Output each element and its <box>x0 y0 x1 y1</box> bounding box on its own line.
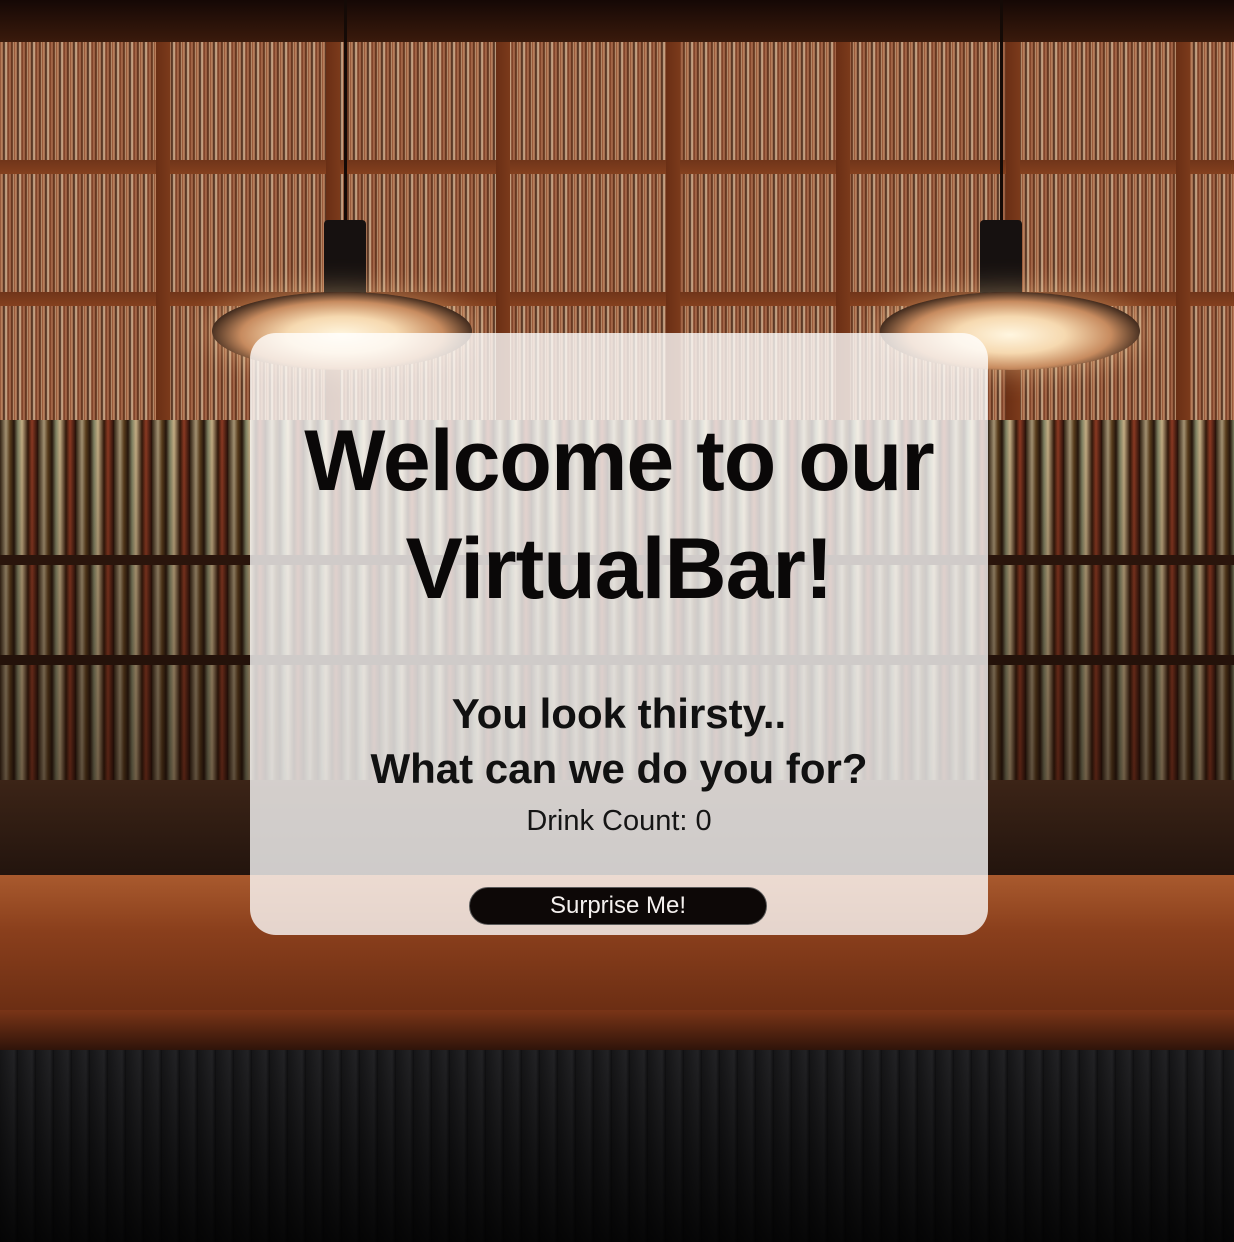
lamp-cord <box>344 0 347 230</box>
bar-counter-front <box>0 1050 1234 1242</box>
title-line-1: Welcome to our <box>304 413 935 509</box>
surprise-me-button[interactable]: Surprise Me! <box>469 887 767 925</box>
page-title: Welcome to our VirtualBar! <box>250 407 988 623</box>
welcome-card: Welcome to our VirtualBar! You look thir… <box>250 333 988 935</box>
ceiling-beam <box>0 0 1234 42</box>
greeting-subtitle: You look thirsty.. What can we do you fo… <box>250 686 988 796</box>
subtitle-line-1: You look thirsty.. <box>451 690 787 737</box>
lamp-cord <box>1000 0 1003 230</box>
title-line-2: VirtualBar! <box>405 521 833 617</box>
lamp-stem <box>980 220 1022 300</box>
lamp-stem <box>324 220 366 300</box>
bar-counter-edge <box>0 1010 1234 1052</box>
drink-count: Drink Count: 0 <box>526 805 712 837</box>
subtitle-line-2: What can we do you for? <box>370 745 868 792</box>
